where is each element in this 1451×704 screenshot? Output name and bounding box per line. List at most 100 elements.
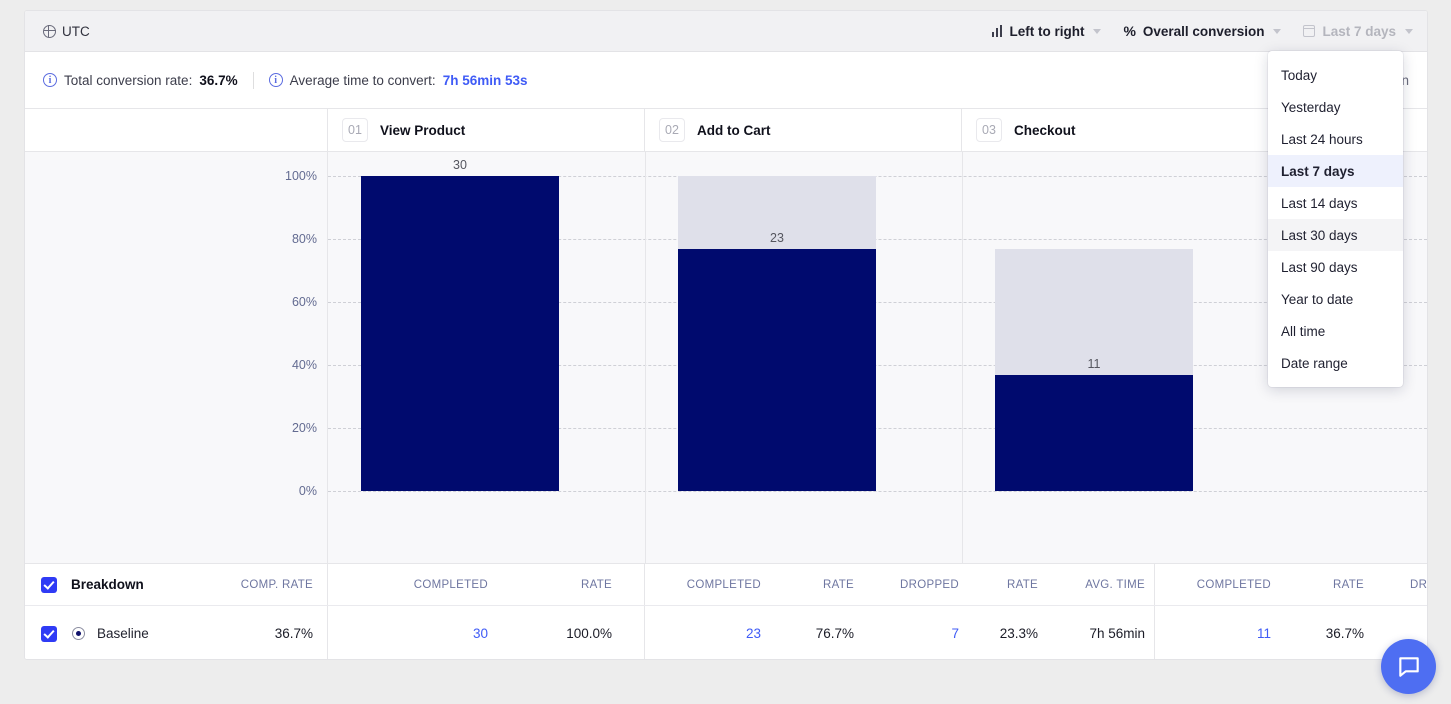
average-time-label: Average time to convert: [290, 73, 436, 88]
col-rate: RATE [1271, 579, 1381, 591]
col-rate: RATE [761, 579, 871, 591]
col-dropped: DROPPED [871, 579, 959, 591]
chat-launcher-button[interactable] [1381, 639, 1436, 694]
y-axis-tick-60%: 60% [292, 295, 317, 309]
step-02-row-group: 23 76.7% 7 23.3% 7h 56min [645, 606, 1155, 660]
bar-completed-3[interactable] [995, 375, 1193, 491]
cell-rate: 36.7% [1271, 626, 1381, 641]
y-axis-tick-20%: 20% [292, 421, 317, 435]
date-menu-item-label: Date range [1281, 356, 1348, 371]
bar-group-1[interactable]: 30 [361, 152, 559, 563]
orientation-dropdown[interactable]: Left to right [992, 24, 1102, 39]
col-rate: RATE [488, 579, 630, 591]
date-menu-item-label: Last 7 days [1281, 164, 1355, 179]
bar-value-label-1: 30 [361, 158, 559, 176]
funnel-steps-header: 01 View Product 02 Add to Cart 03 Checko… [25, 109, 1427, 152]
bar-value-label-2: 23 [678, 231, 876, 249]
average-time-value: 7h 56min 53s [443, 73, 528, 88]
step-number: 03 [976, 118, 1002, 142]
cell-completed: 11 [1155, 626, 1271, 641]
date-menu-item-last-30-days[interactable]: Last 30 days [1268, 219, 1403, 251]
total-conversion-value: 36.7% [199, 73, 237, 88]
select-all-checkbox[interactable] [41, 577, 57, 593]
col-drop-rate: RATE [959, 579, 1056, 591]
step-name: Add to Cart [697, 123, 771, 138]
axis-gutter-header [25, 109, 328, 151]
bar-group-3[interactable]: 11 [995, 152, 1193, 563]
chart-plot-area: 30 23 11 [328, 152, 1427, 563]
y-axis: 0%20%40%60%80%100% [25, 152, 328, 563]
funnel-card: UTC Left to right % Overall conversion L… [24, 10, 1428, 660]
chevron-down-icon [1093, 29, 1101, 34]
step-01-row-group: 30 100.0% [328, 606, 645, 660]
bar-group-2[interactable]: 23 [678, 152, 876, 563]
breakdown-header-cell: Breakdown COMP. RATE [25, 564, 328, 605]
column-divider [962, 152, 963, 563]
chevron-down-icon [1273, 29, 1281, 34]
cell-dropped: 7 [871, 626, 959, 641]
date-menu-item-label: Last 90 days [1281, 260, 1358, 275]
date-range-menu: Today Yesterday Last 24 hours Last 7 days La… [1268, 51, 1403, 387]
date-menu-item-last-14-days[interactable]: Last 14 days [1268, 187, 1403, 219]
step-number: 02 [659, 118, 685, 142]
date-menu-item-last-90-days[interactable]: Last 90 days [1268, 251, 1403, 283]
column-divider [645, 152, 646, 563]
funnel-toolbar: UTC Left to right % Overall conversion L… [25, 11, 1427, 52]
conversion-mode-dropdown[interactable]: % Overall conversion [1123, 23, 1281, 39]
col-completed: COMPLETED [1155, 579, 1271, 591]
funnel-step-01[interactable]: 01 View Product [328, 109, 645, 151]
funnel-chart: 0%20%40%60%80%100% 302311 [25, 152, 1427, 564]
row-label: Baseline [97, 626, 149, 641]
row-checkbox[interactable] [41, 626, 57, 642]
bar-completed-2[interactable] [678, 249, 876, 491]
summary-divider [253, 72, 254, 89]
date-menu-item-yesterday[interactable]: Yesterday [1268, 91, 1403, 123]
date-menu-item-all-time[interactable]: All time [1268, 315, 1403, 347]
col-completed: COMPLETED [645, 579, 761, 591]
date-menu-item-today[interactable]: Today [1268, 59, 1403, 91]
toolbar-actions: Left to right % Overall conversion Last … [992, 23, 1413, 39]
row-radio[interactable] [72, 627, 85, 640]
date-menu-item-label: Year to date [1281, 292, 1353, 307]
col-dropped: DROPPED [1381, 579, 1428, 591]
step-02-header-group: COMPLETED RATE DROPPED RATE AVG. TIME [645, 564, 1155, 605]
date-menu-item-last-24-hours[interactable]: Last 24 hours [1268, 123, 1403, 155]
date-menu-item-year-to-date[interactable]: Year to date [1268, 283, 1403, 315]
info-icon[interactable]: i [269, 73, 283, 87]
date-menu-item-label: Yesterday [1281, 100, 1341, 115]
step-03-header-group: COMPLETED RATE DROPPED RATE AVG [1155, 564, 1428, 605]
date-menu-item-label: Today [1281, 68, 1317, 83]
row-comp-rate: 36.7% [275, 626, 313, 641]
date-menu-item-last-7-days[interactable]: Last 7 days [1268, 155, 1403, 187]
bar-value-label-3: 11 [995, 357, 1193, 375]
bar-completed-1[interactable] [361, 176, 559, 491]
percent-icon: % [1123, 23, 1135, 39]
funnel-step-03[interactable]: 03 Checkout [962, 109, 1279, 151]
cell-completed: 30 [328, 626, 488, 641]
total-conversion-label: Total conversion rate: [64, 73, 192, 88]
cell-drop-rate: 23.3% [959, 626, 1056, 641]
date-menu-item-label: All time [1281, 324, 1325, 339]
breakdown-title: Breakdown [71, 577, 144, 592]
total-conversion-rate: i Total conversion rate: 36.7% [43, 73, 238, 88]
col-avg-time: AVG. TIME [1056, 579, 1154, 591]
table-row[interactable]: Baseline 36.7% 30 100.0% 23 76.7% 7 23.3… [25, 606, 1427, 660]
chat-bubble-icon [1396, 654, 1422, 680]
date-menu-item-label: Last 30 days [1281, 228, 1358, 243]
step-number: 01 [342, 118, 368, 142]
date-menu-item-label: Last 24 hours [1281, 132, 1363, 147]
date-menu-item-label: Last 14 days [1281, 196, 1358, 211]
funnel-step-02[interactable]: 02 Add to Cart [645, 109, 962, 151]
summary-bar: i Total conversion rate: 36.7% i Average… [25, 52, 1427, 109]
date-range-dropdown[interactable]: Last 7 days [1303, 24, 1413, 39]
info-icon[interactable]: i [43, 73, 57, 87]
y-axis-tick-0%: 0% [299, 484, 317, 498]
chevron-down-icon [1405, 29, 1413, 34]
step-name: Checkout [1014, 123, 1076, 138]
timezone-indicator: UTC [43, 24, 90, 39]
orientation-label: Left to right [1009, 24, 1084, 39]
step-name: View Product [380, 123, 465, 138]
timezone-label: UTC [62, 24, 90, 39]
cell-avg-time: 7h 56min [1056, 626, 1154, 641]
date-menu-item-date-range[interactable]: Date range [1268, 347, 1403, 379]
